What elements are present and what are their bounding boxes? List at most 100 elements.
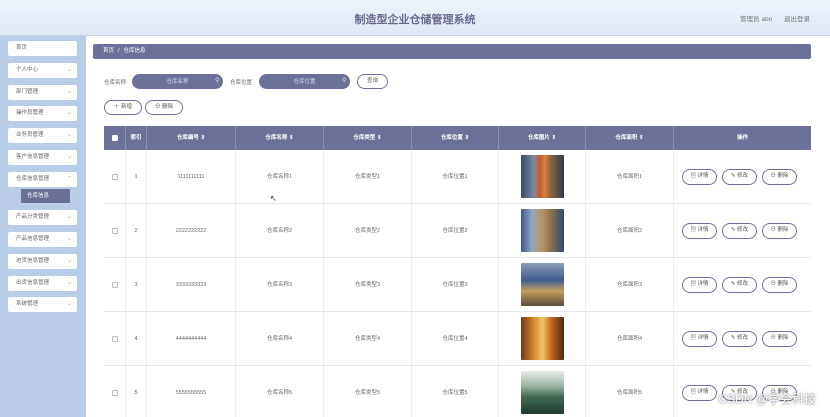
header-type[interactable]: 仓库类型 ⇕: [324, 126, 412, 150]
header-area[interactable]: 仓库面积 ⇕: [586, 126, 674, 150]
chevron-up-icon: ⌃: [66, 176, 72, 182]
header-location[interactable]: 仓库位置 ⇕: [412, 126, 499, 150]
cell-type: 仓库类型4: [324, 312, 412, 366]
cell-code: 3333333333: [147, 258, 236, 312]
add-button[interactable]: ＋ 新增: [104, 100, 142, 115]
edit-button[interactable]: ✎ 修改: [722, 169, 757, 185]
cell-name: 仓库名称2: [236, 204, 324, 258]
edit-button[interactable]: ✎ 修改: [722, 277, 757, 293]
breadcrumb-current: 仓库信息: [123, 48, 146, 54]
sidebar-item-label: 产品信息管理: [16, 236, 50, 242]
header-code[interactable]: 仓库编号 ⇕: [147, 126, 236, 150]
sidebar-item-product-info[interactable]: 产品信息管理 ⌄: [8, 232, 77, 247]
sidebar-subitem-warehouse-info[interactable]: 仓库信息: [21, 189, 70, 203]
sidebar-item-label: 系统管理: [16, 301, 39, 307]
cell-image: [499, 258, 586, 312]
sidebar-item-purchase[interactable]: 进货信息管理 ⌄: [8, 254, 77, 269]
row-checkbox[interactable]: [112, 282, 118, 288]
cell-name: 仓库名称1: [236, 150, 324, 204]
cell-area: 仓库面积3: [586, 258, 674, 312]
logout-link[interactable]: 退出登录: [784, 16, 810, 23]
sidebar-item-profile[interactable]: 个人中心 ⌄: [8, 63, 77, 78]
detail-button[interactable]: ▤ 详情: [682, 169, 717, 185]
header-select-all[interactable]: [104, 126, 126, 150]
delete-row-button[interactable]: ⊖ 删除: [762, 277, 797, 293]
cell-select: [104, 204, 126, 258]
breadcrumb-home[interactable]: 首页: [103, 48, 114, 54]
sidebar-item-department[interactable]: 部门管理 ⌄: [8, 85, 77, 100]
sidebar-item-shipment[interactable]: 出货信息管理 ⌄: [8, 276, 77, 291]
main-content: 首页 /仓库信息 仓库名称 ⚲ 仓库位置 ⚲ 查询 ＋ 新增 ⊖ 删除 索引 仓库…: [86, 36, 830, 417]
cell-image: [499, 204, 586, 258]
table-row: 2 2222222222 仓库名称2 仓库类型2 仓库位置2 仓库面积2 ▤ 详情 ✎ 修改 ⊖…: [104, 204, 811, 258]
search-name-input[interactable]: [132, 74, 223, 89]
cell-name: 仓库名称5: [236, 366, 324, 417]
cell-type: 仓库类型5: [324, 366, 412, 417]
row-checkbox[interactable]: [112, 390, 118, 396]
cell-image: [499, 366, 586, 417]
sidebar-item-label: 首页: [16, 45, 28, 51]
cell-code: 1111111111: [147, 150, 236, 204]
chevron-down-icon: ⌄: [66, 258, 72, 264]
cell-code: 4444444444: [147, 312, 236, 366]
row-checkbox[interactable]: [112, 228, 118, 234]
chevron-down-icon: ⌄: [66, 89, 72, 95]
edit-button[interactable]: ✎ 修改: [722, 223, 757, 239]
sidebar-item-customer[interactable]: 客户信息管理 ⌄: [8, 150, 77, 165]
warehouse-thumbnail[interactable]: [521, 371, 564, 414]
delete-row-button[interactable]: ⊖ 删除: [762, 223, 797, 239]
table-row: 5 5555555555 仓库名称5 仓库类型5 仓库位置5 仓库面积5 ▤ 详情 ✎ 修改 ⊖…: [104, 366, 811, 417]
chevron-down-icon: ⌄: [66, 67, 72, 73]
query-button[interactable]: 查询: [357, 74, 388, 89]
detail-button[interactable]: ▤ 详情: [682, 223, 717, 239]
cell-location: 仓库位置5: [412, 366, 499, 417]
sidebar-item-label: 个人中心: [16, 67, 39, 73]
sidebar-item-label: 出货信息管理: [16, 280, 50, 286]
cell-index: 5: [126, 366, 147, 417]
detail-button[interactable]: ▤ 详情: [682, 385, 717, 401]
sidebar-item-label: 操作员管理: [16, 110, 44, 116]
sidebar-item-salesman[interactable]: 业务员管理 ⌄: [8, 128, 77, 143]
header-actions: 操作: [736, 135, 748, 141]
search-name-label: 仓库名称: [104, 80, 127, 86]
header-name[interactable]: 仓库名称 ⇕: [236, 126, 324, 150]
delete-row-button[interactable]: ⊖ 删除: [762, 331, 797, 347]
table-header: 索引 仓库编号 ⇕ 仓库名称 ⇕ 仓库类型 ⇕ 仓库位置 ⇕ 仓库图片 ⇕ 仓库…: [104, 126, 811, 150]
cell-code: 5555555555: [147, 366, 236, 417]
cell-area: 仓库面积1: [586, 150, 674, 204]
row-checkbox[interactable]: [112, 174, 118, 180]
select-all-checkbox[interactable]: [112, 135, 118, 141]
breadcrumb: 首页 / 仓库信息: [93, 44, 811, 59]
header-index: 索引: [126, 126, 147, 150]
delete-row-button[interactable]: ⊖ 删除: [762, 169, 797, 185]
row-checkbox[interactable]: [112, 336, 118, 342]
breadcrumb-separator: /: [118, 48, 120, 54]
chevron-down-icon: ⌄: [66, 110, 72, 116]
watermark: CSDN @学会科技: [718, 392, 816, 406]
chevron-down-icon: ⌄: [66, 280, 72, 286]
warehouse-thumbnail[interactable]: [521, 263, 564, 306]
sidebar-item-label: 仓库信息管理: [16, 176, 50, 182]
delete-button[interactable]: ⊖ 删除: [145, 100, 183, 115]
cell-code: 2222222222: [147, 204, 236, 258]
cell-actions: ▤ 详情 ✎ 修改 ⊖ 删除: [674, 258, 811, 312]
cell-actions: ▤ 详情 ✎ 修改 ⊖ 删除: [674, 312, 811, 366]
sidebar-item-label: 产品分类管理: [16, 214, 50, 220]
header-image[interactable]: 仓库图片 ⇕: [499, 126, 586, 150]
cell-area: 仓库面积4: [586, 312, 674, 366]
detail-button[interactable]: ▤ 详情: [682, 331, 717, 347]
search-location-input[interactable]: [259, 74, 350, 89]
warehouse-thumbnail[interactable]: [521, 155, 564, 198]
detail-button[interactable]: ▤ 详情: [682, 277, 717, 293]
cell-index: 1: [126, 150, 147, 204]
edit-button[interactable]: ✎ 修改: [722, 331, 757, 347]
sidebar-item-home[interactable]: 首页: [8, 41, 77, 56]
sidebar-item-operator[interactable]: 操作员管理 ⌄: [8, 106, 77, 121]
sidebar-item-product-category[interactable]: 产品分类管理 ⌄: [8, 210, 77, 225]
warehouse-thumbnail[interactable]: [521, 209, 564, 252]
cell-image: [499, 312, 586, 366]
sidebar-item-system[interactable]: 系统管理 ⌄: [8, 297, 77, 312]
sidebar-item-warehouse[interactable]: 仓库信息管理 ⌃: [8, 172, 77, 187]
warehouse-thumbnail[interactable]: [521, 317, 564, 360]
chevron-down-icon: ⌄: [66, 236, 72, 242]
